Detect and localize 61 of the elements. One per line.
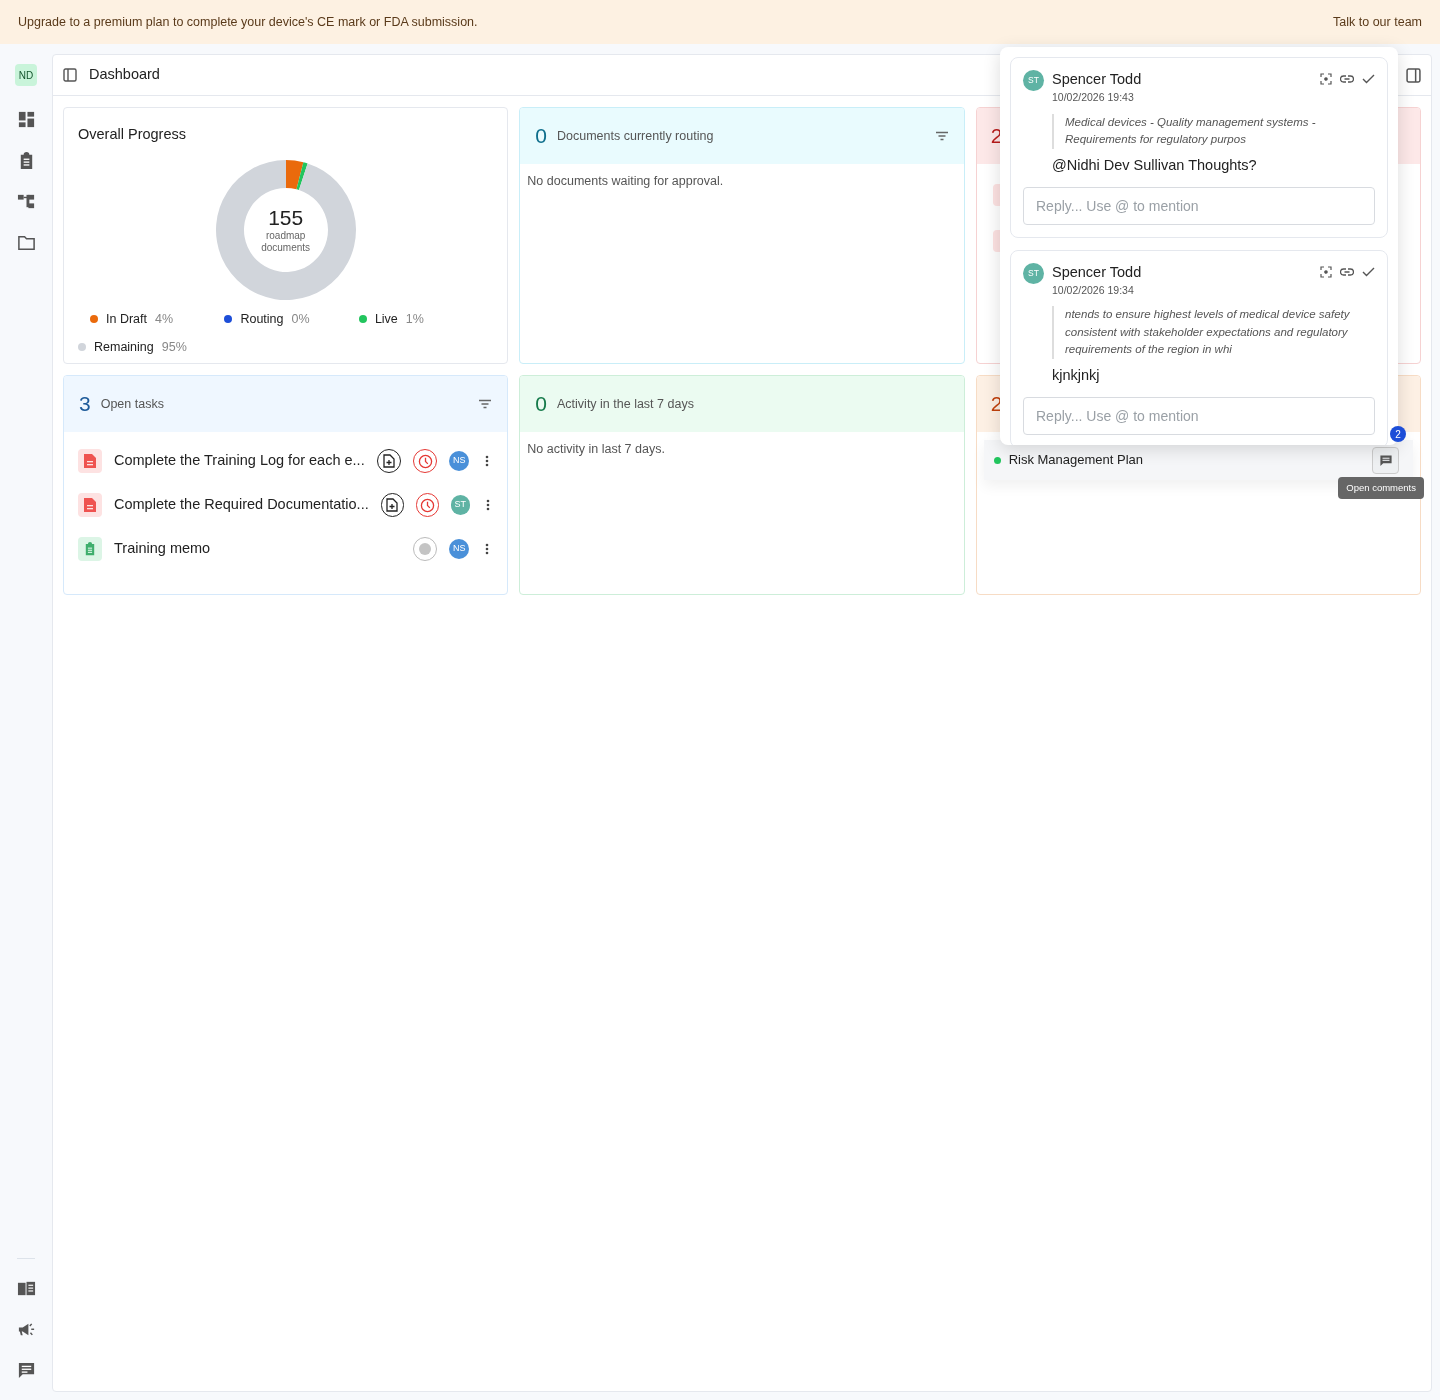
assignee-avatar: NS	[449, 539, 470, 559]
quoted-text: ntends to ensure highest levels of medical device safety consistent with stakeholder expectations and regulatory requirements of the region in whi	[1052, 306, 1375, 359]
quoted-text: Medical devices - Quality management systems - Requirements for regulatory purpos	[1052, 113, 1375, 149]
link-icon[interactable]	[1340, 266, 1354, 277]
count: 0	[535, 123, 547, 150]
author-name: Spencer Todd	[1052, 262, 1143, 281]
user-avatar[interactable]: ND	[15, 64, 37, 86]
tooltip: Open comments	[1338, 477, 1424, 500]
resolve-icon[interactable]	[1362, 74, 1375, 84]
empty-message: No activity in last 7 days.	[526, 441, 666, 458]
reply-field[interactable]: Reply... Use @ to mention	[1023, 186, 1375, 225]
comment-time: 10/02/2026 19:43	[1052, 90, 1135, 105]
legend-label: Remaining	[94, 338, 154, 356]
card-title: Documents currently routing	[557, 127, 715, 145]
count: 0	[535, 391, 547, 418]
document-title: Risk Management Plan	[1008, 451, 1145, 470]
clipboard-icon	[78, 537, 102, 561]
legend-label: Live	[374, 310, 398, 328]
filter-icon[interactable]	[934, 131, 949, 141]
resolve-icon[interactable]	[1362, 266, 1375, 277]
empty-message: No documents waiting for approval.	[526, 173, 725, 190]
total-label: roadmap documents	[260, 229, 312, 254]
sidebar-toggle-icon[interactable]	[63, 68, 77, 82]
legend-value: 95%	[161, 338, 187, 356]
page-title: Dashboard	[89, 65, 160, 85]
comment-text: kjnkjnkj	[1052, 365, 1101, 385]
assignee-avatar: ST	[450, 495, 470, 515]
count: 3	[79, 391, 91, 418]
chat-icon[interactable]	[16, 1361, 36, 1380]
task-title[interactable]: Training memo	[114, 538, 402, 560]
talk-to-team-link[interactable]: Talk to our team	[1333, 12, 1422, 32]
book-icon[interactable]	[16, 1279, 36, 1298]
reply-field[interactable]: Reply... Use @ to mention	[1023, 396, 1375, 435]
focus-icon[interactable]	[1320, 265, 1332, 278]
side-panel-icon[interactable]	[1406, 67, 1421, 83]
card-title: Open tasks	[100, 395, 165, 413]
comments-button[interactable]	[1372, 446, 1399, 474]
card-title: Activity in the last 7 days	[557, 395, 694, 413]
task-title[interactable]: Complete the Required Documentatio...	[114, 494, 369, 516]
link-icon[interactable]	[1340, 74, 1354, 84]
filter-icon[interactable]	[478, 399, 493, 409]
author-name: Spencer Todd	[1052, 70, 1143, 88]
focus-icon[interactable]	[1320, 73, 1332, 85]
folder-icon[interactable]	[16, 233, 36, 252]
dashboard-icon[interactable]	[16, 110, 36, 129]
banner-message: Upgrade to a premium plan to complete your device's CE mark or FDA submission.	[18, 13, 478, 31]
comment-text: @Nidhi Dev Sullivan Thoughts?	[1052, 155, 1258, 175]
task-title[interactable]: Complete the Training Log for each e...	[114, 450, 366, 472]
total-count: 155	[268, 205, 304, 230]
author-avatar: ST	[1023, 262, 1044, 284]
hierarchy-icon[interactable]	[16, 192, 36, 211]
legend-value: 4%	[155, 310, 174, 328]
legend-value: 1%	[405, 310, 424, 328]
comment-icon	[1378, 453, 1393, 467]
comment-time: 10/02/2026 19:34	[1052, 282, 1135, 298]
legend-value: 0%	[291, 310, 310, 328]
legend-label: In Draft	[106, 310, 147, 328]
card-title: Overall Progress	[78, 125, 187, 144]
legend-label: Routing	[240, 310, 284, 328]
assignee-avatar: NS	[449, 451, 470, 471]
author-avatar: ST	[1023, 70, 1044, 91]
